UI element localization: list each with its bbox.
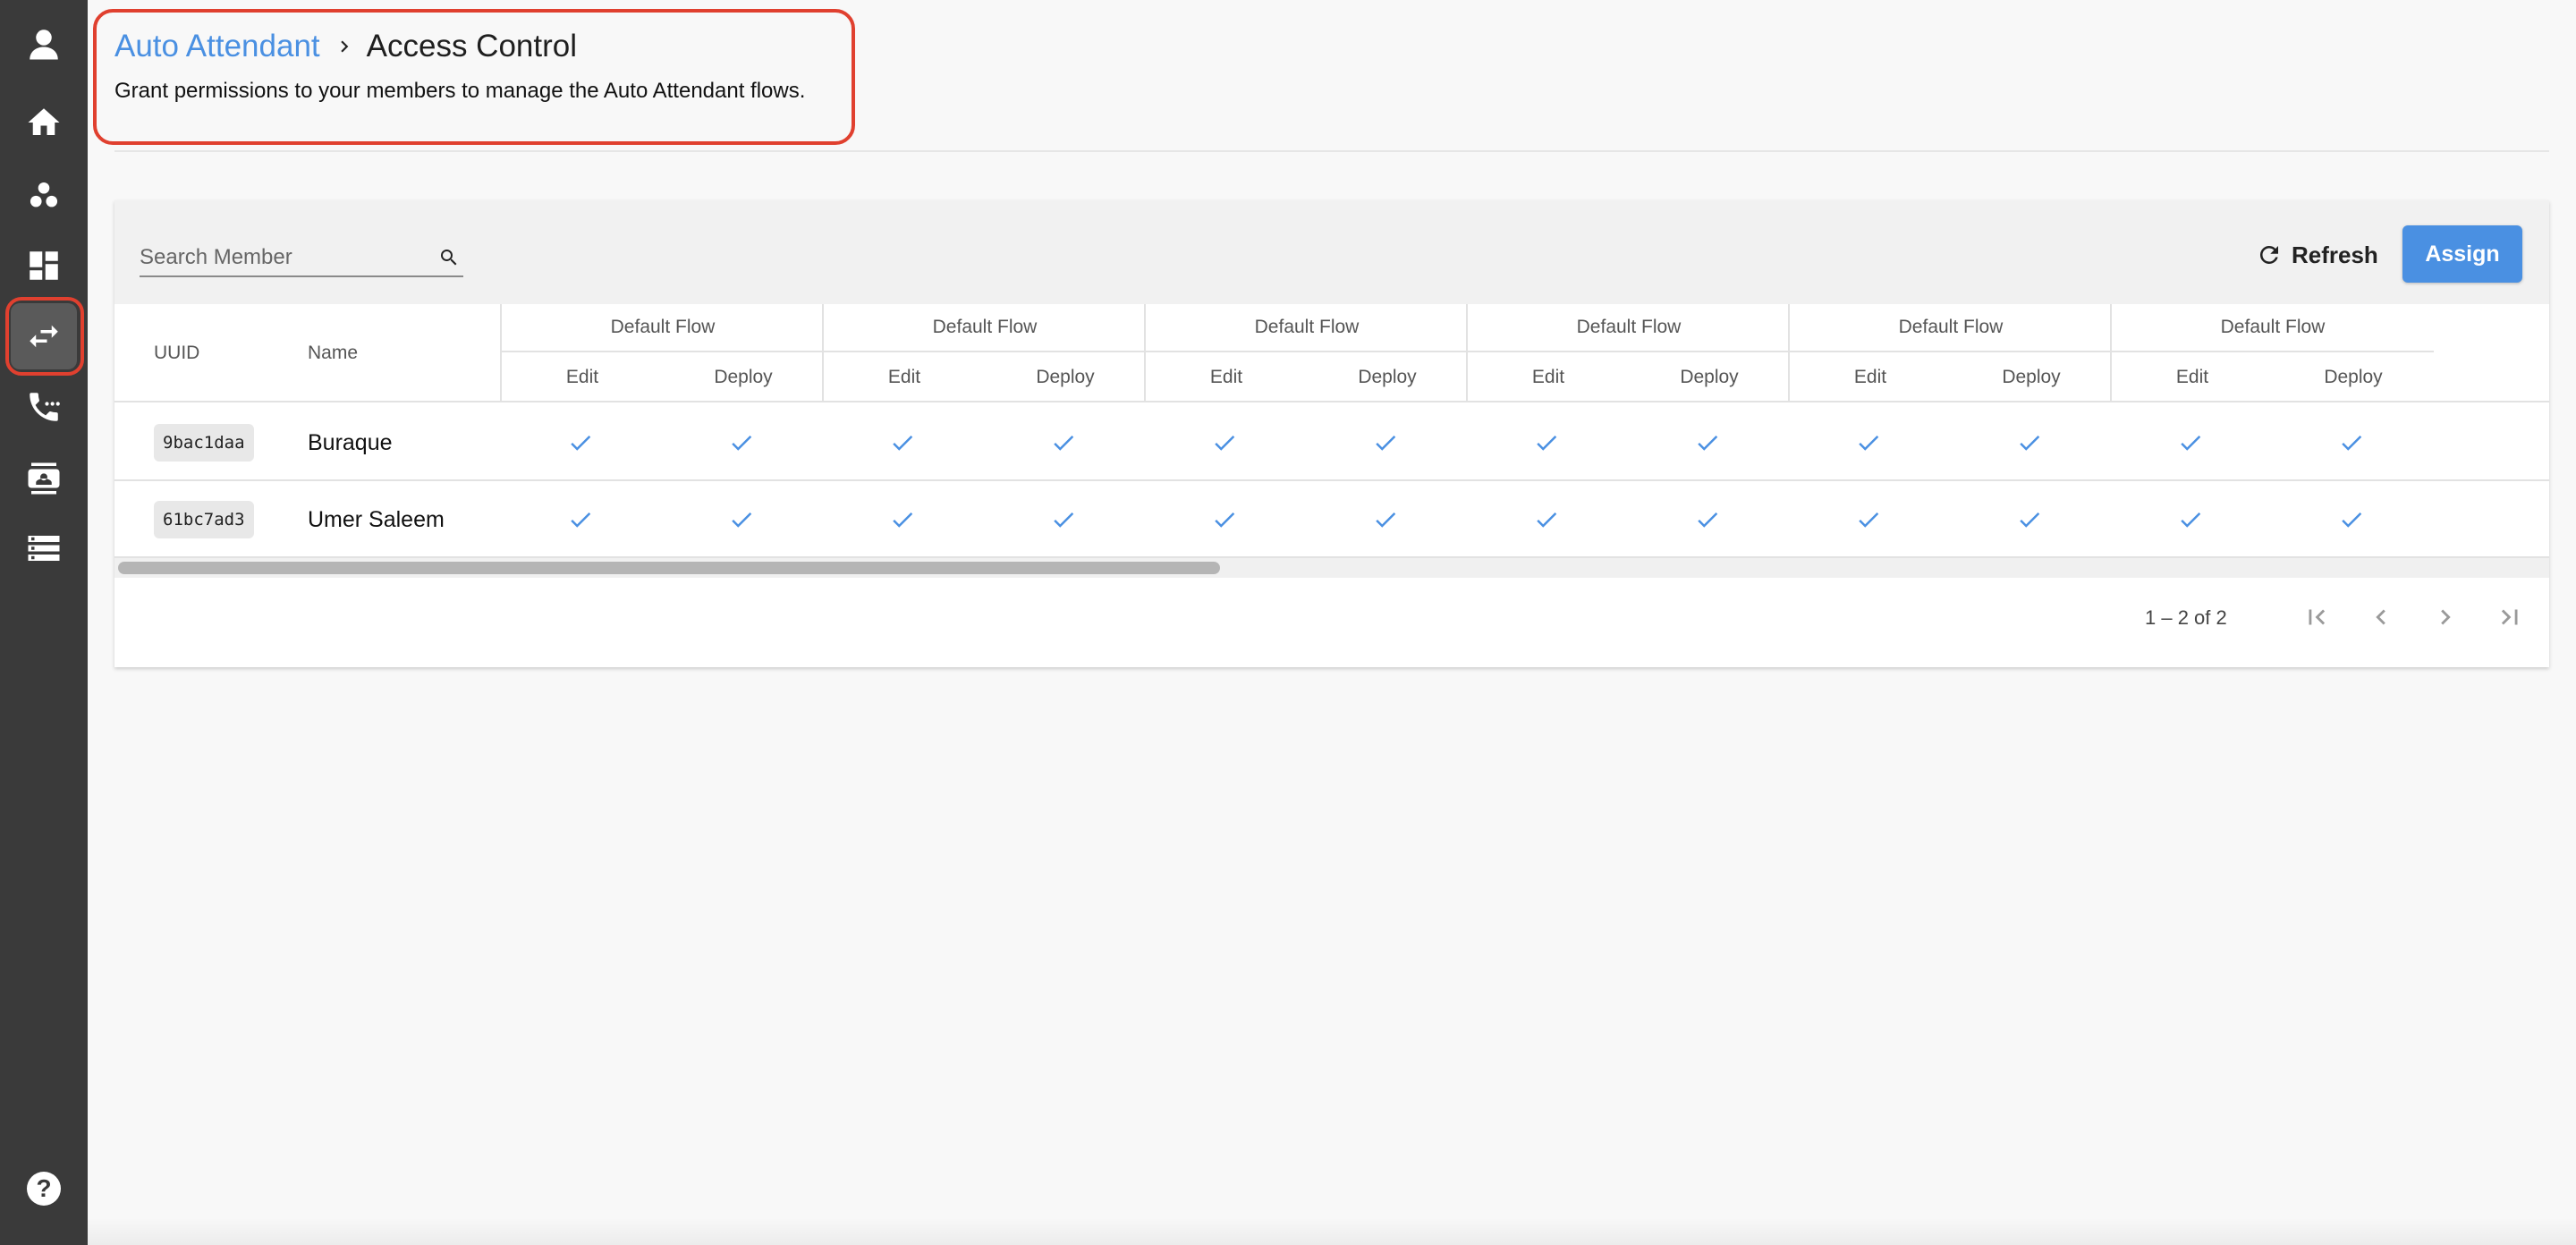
paginator-range: 1 – 2 of 2 — [2145, 606, 2227, 629]
refresh-button[interactable]: Refresh — [2247, 229, 2387, 281]
sidebar: ? — [0, 0, 88, 1245]
edit-permission-check-icon[interactable] — [567, 506, 594, 533]
edit-permission-check-icon[interactable] — [1533, 506, 1560, 533]
refresh-label: Refresh — [2292, 241, 2378, 268]
edit-permission-check-icon[interactable] — [2177, 429, 2204, 456]
deploy-permission-check-icon[interactable] — [1694, 506, 1721, 533]
scrollbar-thumb[interactable] — [118, 562, 1220, 574]
column-group-header: Default Flow Edit Deploy — [2110, 304, 2434, 402]
group-title: Default Flow — [1790, 304, 2112, 352]
previous-page-icon[interactable] — [2360, 596, 2402, 639]
subcolumn-header-edit: Edit — [1853, 367, 1887, 387]
subcolumn-header-deploy: Deploy — [2002, 367, 2061, 387]
column-group-header: Default Flow Edit Deploy — [1788, 304, 2112, 402]
refresh-icon — [2259, 245, 2278, 264]
help-glyph: ? — [27, 1172, 61, 1206]
deploy-permission-check-icon[interactable] — [2338, 506, 2365, 533]
dashboard-icon[interactable] — [11, 233, 77, 299]
group-icon[interactable] — [11, 163, 77, 229]
deploy-permission-check-icon[interactable] — [2016, 506, 2043, 533]
breadcrumb-link-auto-attendant[interactable]: Auto Attendant — [114, 29, 320, 64]
edit-permission-check-icon[interactable] — [567, 429, 594, 456]
card-toolbar: Refresh Assign — [114, 200, 2549, 304]
column-group-header: Default Flow Edit Deploy — [822, 304, 1146, 402]
deploy-permission-check-icon[interactable] — [728, 429, 755, 456]
search-field — [140, 240, 463, 277]
group-title: Default Flow — [1146, 304, 1468, 352]
group-title: Default Flow — [502, 304, 824, 352]
column-header-uuid[interactable]: UUID — [154, 304, 199, 402]
member-name: Buraque — [308, 429, 393, 455]
access-control-card: Refresh Assign UUID Name Default Flow Edi… — [114, 200, 2549, 667]
subcolumn-header-edit: Edit — [2175, 367, 2209, 387]
edit-permission-check-icon[interactable] — [2177, 506, 2204, 533]
first-page-icon[interactable] — [2295, 596, 2338, 639]
table-row: 61bc7ad3 Umer Saleem — [114, 481, 2549, 558]
group-title: Default Flow — [1468, 304, 1790, 352]
uuid-chip: 9bac1daa — [154, 424, 254, 462]
search-icon[interactable] — [438, 247, 460, 268]
page-subtitle: Grant permissions to your members to man… — [114, 79, 806, 103]
edit-permission-check-icon[interactable] — [1211, 506, 1238, 533]
deploy-permission-check-icon[interactable] — [2338, 429, 2365, 456]
edit-permission-check-icon[interactable] — [889, 506, 916, 533]
table-header: UUID Name Default Flow Edit Deploy Default … — [114, 304, 2549, 402]
subcolumn-header-deploy: Deploy — [1358, 367, 1417, 387]
column-header-name[interactable]: Name — [308, 304, 358, 402]
next-page-icon[interactable] — [2424, 596, 2467, 639]
uuid-chip: 61bc7ad3 — [154, 501, 254, 538]
chevron-right-icon — [333, 35, 356, 58]
subcolumn-header-deploy: Deploy — [2324, 367, 2383, 387]
storage-icon[interactable] — [11, 515, 77, 581]
deploy-permission-check-icon[interactable] — [728, 506, 755, 533]
subcolumn-header-deploy: Deploy — [1036, 367, 1095, 387]
column-group-header: Default Flow Edit Deploy — [500, 304, 824, 402]
home-icon[interactable] — [11, 89, 77, 156]
account-icon[interactable] — [11, 11, 77, 77]
assign-button[interactable]: Assign — [2402, 225, 2522, 283]
swap-horiz-icon[interactable] — [11, 303, 77, 369]
subcolumn-header-edit: Edit — [565, 367, 599, 387]
deploy-permission-check-icon[interactable] — [1372, 506, 1399, 533]
horizontal-scrollbar[interactable] — [114, 558, 2549, 578]
phone-forwarded-icon[interactable] — [11, 374, 77, 440]
edit-permission-check-icon[interactable] — [1855, 506, 1882, 533]
group-title: Default Flow — [824, 304, 1146, 352]
contact-card-icon[interactable] — [11, 445, 77, 512]
help-icon[interactable]: ? — [11, 1156, 77, 1222]
group-title: Default Flow — [2112, 304, 2434, 352]
deploy-permission-check-icon[interactable] — [1050, 429, 1077, 456]
deploy-permission-check-icon[interactable] — [1372, 429, 1399, 456]
column-group-header: Default Flow Edit Deploy — [1466, 304, 1790, 402]
table-row: 9bac1daa Buraque — [114, 404, 2549, 481]
subcolumn-header-edit: Edit — [1531, 367, 1565, 387]
bottom-shadow — [88, 1218, 2576, 1245]
subcolumn-header-edit: Edit — [1209, 367, 1243, 387]
edit-permission-check-icon[interactable] — [1533, 429, 1560, 456]
breadcrumb: Auto Attendant Access Control — [114, 27, 577, 66]
subcolumn-header-deploy: Deploy — [1680, 367, 1739, 387]
deploy-permission-check-icon[interactable] — [1050, 506, 1077, 533]
subcolumn-header-edit: Edit — [887, 367, 921, 387]
column-group-header: Default Flow Edit Deploy — [1144, 304, 1468, 402]
deploy-permission-check-icon[interactable] — [1694, 429, 1721, 456]
deploy-permission-check-icon[interactable] — [2016, 429, 2043, 456]
subcolumn-header-deploy: Deploy — [714, 367, 773, 387]
edit-permission-check-icon[interactable] — [889, 429, 916, 456]
member-name: Umer Saleem — [308, 506, 445, 532]
edit-permission-check-icon[interactable] — [1855, 429, 1882, 456]
edit-permission-check-icon[interactable] — [1211, 429, 1238, 456]
last-page-icon[interactable] — [2488, 596, 2531, 639]
search-input[interactable] — [140, 245, 438, 270]
header-divider — [114, 150, 2549, 152]
page-title: Access Control — [366, 29, 578, 64]
